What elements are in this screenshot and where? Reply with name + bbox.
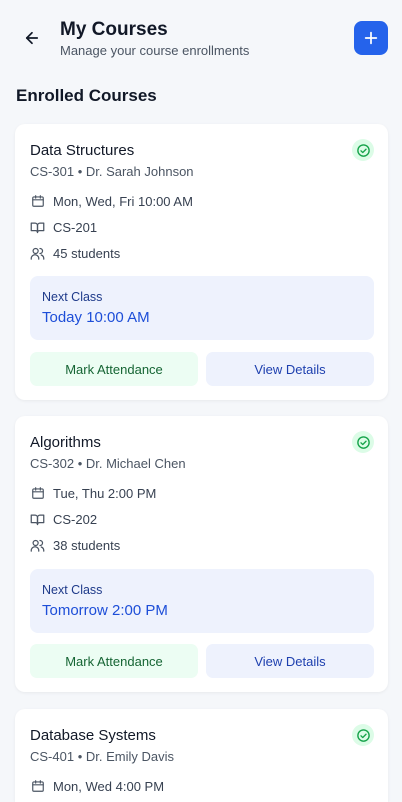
- schedule-row: Mon, Wed, Fri 10:00 AM: [30, 192, 193, 210]
- arrow-left-icon: [25, 31, 39, 45]
- view-details-button[interactable]: View Details: [206, 644, 374, 678]
- page-subtitle: Manage your course enrollments: [60, 43, 250, 58]
- users-icon: [30, 246, 45, 261]
- room-text: CS-202: [53, 511, 98, 527]
- plus-icon: [364, 31, 378, 45]
- next-class-label: Next Class: [42, 583, 103, 597]
- add-course-button[interactable]: [354, 21, 388, 55]
- mark-attendance-button[interactable]: Mark Attendance: [30, 644, 198, 678]
- room-text: CS-201: [53, 219, 98, 235]
- app-header: My Courses Manage your course enrollment…: [0, 0, 402, 80]
- students-row: 45 students: [30, 244, 120, 262]
- view-details-button[interactable]: View Details: [206, 352, 374, 386]
- users-icon: [30, 538, 45, 553]
- students-text: 38 students: [53, 537, 121, 553]
- schedule-text: Tue, Thu 2:00 PM: [53, 485, 157, 501]
- next-class-time: Tomorrow 2:00 PM: [42, 602, 168, 619]
- course-card[interactable]: Data Structures CS-301 • Dr. Sarah Johns…: [15, 124, 388, 400]
- section-title: Enrolled Courses: [16, 86, 157, 105]
- back-button[interactable]: [18, 24, 46, 52]
- schedule-text: Mon, Wed, Fri 10:00 AM: [53, 193, 193, 209]
- course-name: Data Structures: [30, 142, 135, 159]
- course-meta: CS-302 • Dr. Michael Chen: [30, 456, 186, 471]
- next-class-box: Next Class Tomorrow 2:00 PM: [30, 569, 374, 633]
- calendar-icon: [30, 486, 45, 501]
- course-name: Algorithms: [30, 434, 101, 451]
- room-row: CS-202: [30, 510, 97, 528]
- next-class-label: Next Class: [42, 290, 103, 304]
- next-class-box: Next Class Today 10:00 AM: [30, 276, 374, 340]
- students-text: 45 students: [53, 245, 121, 261]
- check-circle-icon: [352, 139, 374, 161]
- schedule-text: Mon, Wed 4:00 PM: [53, 778, 165, 794]
- schedule-row: Tue, Thu 2:00 PM: [30, 484, 156, 502]
- check-circle-icon: [352, 431, 374, 453]
- room-row: CS-201: [30, 218, 97, 236]
- next-class-time: Today 10:00 AM: [42, 309, 150, 326]
- students-row: 38 students: [30, 536, 120, 554]
- course-card[interactable]: Algorithms CS-302 • Dr. Michael Chen Tue…: [15, 416, 388, 692]
- mark-attendance-button[interactable]: Mark Attendance: [30, 352, 198, 386]
- page-title: My Courses: [60, 19, 168, 40]
- calendar-icon: [30, 779, 45, 794]
- course-meta: CS-301 • Dr. Sarah Johnson: [30, 164, 194, 179]
- course-name: Database Systems: [30, 727, 156, 744]
- check-circle-icon: [352, 724, 374, 746]
- schedule-row: Mon, Wed 4:00 PM: [30, 777, 164, 795]
- course-card[interactable]: Database Systems CS-401 • Dr. Emily Davi…: [15, 709, 388, 802]
- book-open-icon: [30, 220, 45, 235]
- calendar-icon: [30, 194, 45, 209]
- course-meta: CS-401 • Dr. Emily Davis: [30, 749, 174, 764]
- book-open-icon: [30, 512, 45, 527]
